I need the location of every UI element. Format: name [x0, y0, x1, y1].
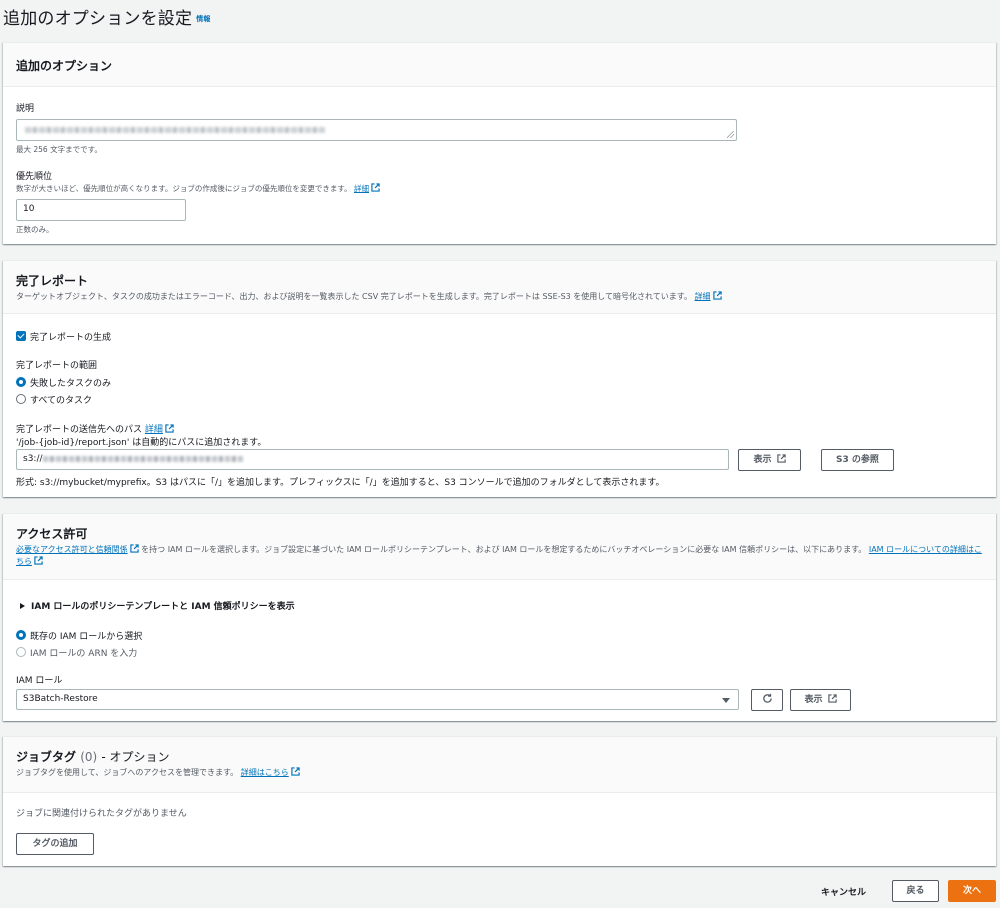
add-tag-button[interactable]: タグの追加 [16, 833, 94, 855]
generate-report-checkbox[interactable] [16, 331, 26, 341]
priority-constraint: 正数のみ。 [16, 225, 54, 234]
report-path-input[interactable]: s3:// [16, 449, 729, 470]
tags-card-description: ジョブタグを使用して、ジョブへのアクセスを管理できます。 詳細はこちら [16, 767, 983, 779]
options-card: 追加のオプション 説明 最大 256 文字までです。 優先順位 数字が大きいほど… [3, 42, 996, 244]
generate-report-checkbox-row[interactable]: 完了レポートの生成 [16, 330, 111, 343]
description-value-redacted [25, 127, 325, 133]
tags-card: ジョブタグ (0) - オプション ジョブタグを使用して、ジョブへのアクセスを管… [3, 736, 996, 866]
tags-learn-more-link[interactable]: 詳細はこちら [241, 768, 289, 777]
report-scope-label: 完了レポートの範囲 [16, 361, 98, 371]
role-arn-radio-row[interactable]: IAM ロールの ARN を入力 [16, 646, 137, 659]
permissions-card-header: アクセス許可 必要なアクセス許可と信頼関係 を持つ IAM ロールを選択します。… [3, 514, 996, 580]
next-button[interactable]: 次へ [948, 880, 996, 902]
browse-s3-button[interactable]: S3 の参照 [821, 449, 894, 471]
chevron-down-icon [722, 698, 730, 703]
description-constraint: 最大 256 文字までです。 [16, 145, 102, 154]
tags-optional: - オプション [101, 750, 170, 764]
external-link-icon [34, 556, 43, 565]
priority-input[interactable]: 10 [16, 199, 186, 221]
role-view-button[interactable]: 表示 [790, 689, 851, 711]
caret-right-icon [20, 603, 25, 609]
back-button[interactable]: 戻る [892, 880, 939, 902]
report-path-hint: '/job-{job-id}/report.json' は自動的にパスに追加され… [16, 438, 267, 448]
description-label: 説明 [16, 104, 35, 114]
role-arn-radio[interactable] [16, 647, 26, 657]
scope-failed-radio-row[interactable]: 失敗したタスクのみ [16, 376, 111, 389]
scope-all-radio[interactable] [16, 394, 26, 404]
info-link[interactable]: 情報 [196, 15, 210, 23]
report-card-header: 完了レポート ターゲットオブジェクト、タスクの成功またはエラーコード、出力、およ… [3, 261, 996, 314]
report-learn-more-link[interactable]: 詳細 [695, 292, 711, 301]
required-permissions-link[interactable]: 必要なアクセス許可と信頼関係 [16, 545, 128, 554]
report-view-button[interactable]: 表示 [738, 449, 801, 471]
external-link-icon [291, 767, 300, 776]
report-card: 完了レポート ターゲットオブジェクト、タスクの成功またはエラーコード、出力、およ… [3, 260, 996, 497]
policy-template-expander[interactable]: IAM ロールのポリシーテンプレートと IAM 信頼ポリシーを表示 [20, 599, 295, 612]
options-card-title: 追加のオプション [16, 59, 113, 73]
existing-role-radio[interactable] [16, 630, 26, 640]
external-link-icon [827, 694, 837, 703]
tags-count: (0) [80, 750, 98, 764]
permissions-card-title: アクセス許可 [16, 527, 88, 541]
existing-role-radio-row[interactable]: 既存の IAM ロールから選択 [16, 629, 142, 642]
permissions-card-description: 必要なアクセス許可と信頼関係 を持つ IAM ロールを選択します。ジョブ設定に基… [16, 544, 982, 566]
report-path-format-hint: 形式: s3://mybucket/myprefix。S3 はパスに「/」を追加… [16, 478, 665, 488]
report-path-value-redacted [42, 455, 243, 462]
report-card-description: ターゲットオブジェクト、タスクの成功またはエラーコード、出力、および説明を一覧表… [16, 291, 983, 303]
tags-empty-message: ジョブに関連付けられたタグがありません [16, 809, 187, 819]
tags-card-title: ジョブタグ (0) - オプション [16, 750, 170, 764]
external-link-icon [776, 454, 786, 463]
options-card-header: 追加のオプション [3, 43, 996, 87]
external-link-icon [165, 424, 174, 433]
refresh-icon [762, 693, 772, 703]
report-path-label: 完了レポートの送信先へのパス 詳細 [16, 422, 174, 435]
priority-hint: 数字が大きいほど、優先順位が高くなります。ジョブの作成後にジョブの優先順位を変更… [16, 183, 983, 194]
priority-label: 優先順位 [16, 172, 53, 182]
cancel-button[interactable]: キャンセル [821, 885, 866, 898]
tags-card-header: ジョブタグ (0) - オプション ジョブタグを使用して、ジョブへのアクセスを管… [3, 737, 996, 793]
external-link-icon [371, 183, 380, 192]
report-card-title: 完了レポート [16, 274, 89, 288]
page-title: 追加のオプションを設定 情報 [3, 9, 211, 29]
permissions-card: アクセス許可 必要なアクセス許可と信頼関係 を持つ IAM ロールを選択します。… [3, 513, 996, 721]
external-link-icon [129, 544, 139, 553]
scope-failed-radio[interactable] [16, 377, 26, 387]
refresh-roles-button[interactable] [751, 689, 783, 711]
report-path-learn-more-link[interactable]: 詳細 [145, 425, 163, 435]
description-textarea[interactable] [16, 119, 737, 141]
resize-grip-icon[interactable] [727, 131, 734, 138]
external-link-icon [712, 291, 722, 300]
priority-learn-more-link[interactable]: 詳細 [354, 184, 369, 193]
scope-all-radio-row[interactable]: すべてのタスク [16, 393, 92, 406]
iam-role-select[interactable]: S3Batch-Restore [16, 689, 739, 710]
iam-role-label: IAM ロール [16, 676, 63, 686]
